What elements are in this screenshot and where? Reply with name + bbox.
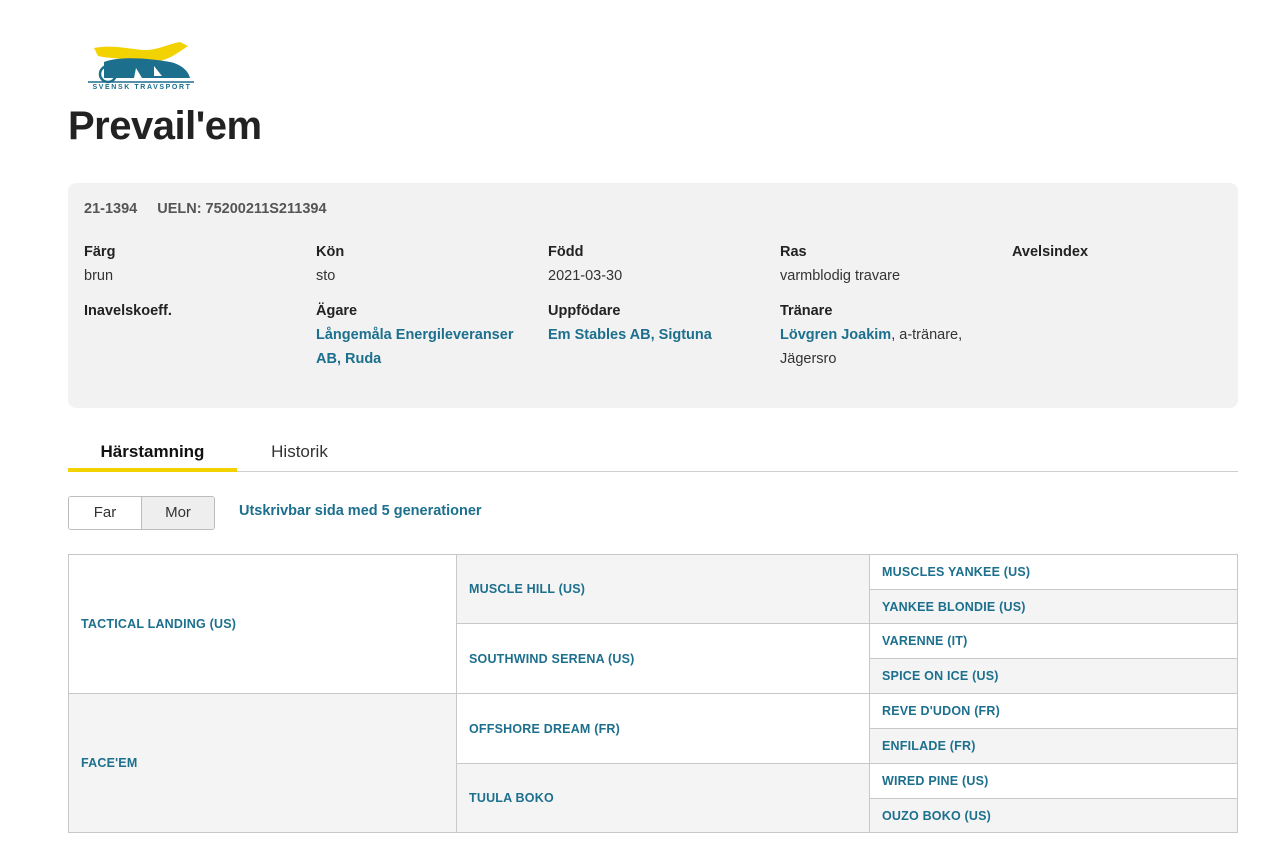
pedigree-dam[interactable]: FACE'EM bbox=[69, 694, 457, 832]
far-mor-toggle: Far Mor bbox=[68, 496, 215, 530]
pedigree-gen3-cell[interactable]: ENFILADE (FR) bbox=[870, 729, 1237, 764]
horse-info-card: 21-1394 UELN: 75200211S211394 Färg brun K… bbox=[68, 183, 1238, 408]
pedigree-gen2-cell[interactable]: OFFSHORE DREAM (FR) bbox=[457, 694, 870, 764]
field-ras: Ras varmblodig travare bbox=[780, 240, 1000, 288]
pedigree-gen2-cell[interactable]: SOUTHWIND SERENA (US) bbox=[457, 624, 870, 694]
field-label: Uppfödare bbox=[548, 303, 621, 319]
field-label: Inavelskoeff. bbox=[84, 303, 172, 319]
pedigree-gen3-cell[interactable]: WIRED PINE (US) bbox=[870, 764, 1237, 799]
ueln-number: UELN: 75200211S211394 bbox=[157, 201, 327, 217]
pedigree-sire[interactable]: TACTICAL LANDING (US) bbox=[69, 555, 457, 694]
field-avelsindex: Avelsindex bbox=[1012, 240, 1232, 264]
pedigree-gen3-cell[interactable]: SPICE ON ICE (US) bbox=[870, 659, 1237, 694]
horse-ids: 21-1394 UELN: 75200211S211394 bbox=[84, 201, 327, 217]
field-value: 2021-03-30 bbox=[548, 268, 623, 284]
pedigree-gen3-cell[interactable]: REVE D'UDON (FR) bbox=[870, 694, 1237, 729]
mor-button[interactable]: Mor bbox=[142, 497, 214, 529]
pedigree-gen2-cell[interactable]: TUULA BOKO bbox=[457, 764, 870, 832]
field-value: varmblodig travare bbox=[780, 268, 901, 284]
field-inavelskoeff: Inavelskoeff. bbox=[84, 299, 304, 323]
field-value: sto bbox=[316, 268, 336, 284]
pedigree-gen3-cell[interactable]: YANKEE BLONDIE (US) bbox=[870, 590, 1237, 624]
pedigree-gen3-cell[interactable]: VARENNE (IT) bbox=[870, 624, 1237, 659]
field-label: Avelsindex bbox=[1012, 244, 1089, 260]
field-label: Ras bbox=[780, 244, 807, 260]
breeder-link[interactable]: Em Stables AB, Sigtuna bbox=[548, 327, 712, 343]
field-kon: Kön sto bbox=[316, 240, 536, 288]
pedigree-gen3-cell[interactable]: OUZO BOKO (US) bbox=[870, 799, 1237, 832]
svensk-travsport-logo[interactable]: SVENSK TRAVSPORT bbox=[84, 40, 200, 96]
tab-harstamning[interactable]: Härstamning bbox=[68, 438, 237, 472]
field-value: brun bbox=[84, 268, 114, 284]
field-label: Färg bbox=[84, 244, 116, 260]
pedigree-gen2-cell[interactable]: MUSCLE HILL (US) bbox=[457, 555, 870, 624]
field-tranare: Tränare Lövgren Joakim, a-tränare, Jäger… bbox=[780, 299, 1000, 371]
printable-page-link[interactable]: Utskrivbar sida med 5 generationer bbox=[239, 503, 482, 519]
trotting-horse-icon bbox=[88, 42, 194, 84]
logo-text: SVENSK TRAVSPORT bbox=[92, 84, 192, 91]
field-agare: Ägare Långemåla Energileveranser AB, Rud… bbox=[316, 299, 536, 371]
field-farg: Färg brun bbox=[84, 240, 304, 288]
field-uppfodare: Uppfödare Em Stables AB, Sigtuna bbox=[548, 299, 768, 347]
owner-link[interactable]: Långemåla Energileveranser AB, Ruda bbox=[316, 327, 513, 367]
far-button[interactable]: Far bbox=[69, 497, 142, 529]
tab-bar: Härstamning Historik bbox=[68, 438, 1238, 472]
pedigree-table: TACTICAL LANDING (US) FACE'EM MUSCLE HIL… bbox=[68, 554, 1238, 833]
trainer-link[interactable]: Lövgren Joakim bbox=[780, 327, 891, 343]
field-fodd: Född 2021-03-30 bbox=[548, 240, 768, 288]
page-title: Prevail'em bbox=[68, 104, 262, 148]
tab-historik[interactable]: Historik bbox=[237, 438, 362, 472]
field-label: Kön bbox=[316, 244, 345, 260]
registration-number: 21-1394 bbox=[84, 201, 138, 217]
field-label: Född bbox=[548, 244, 584, 260]
field-label: Tränare bbox=[780, 303, 833, 319]
field-label: Ägare bbox=[316, 303, 358, 319]
pedigree-gen3-cell[interactable]: MUSCLES YANKEE (US) bbox=[870, 555, 1237, 590]
